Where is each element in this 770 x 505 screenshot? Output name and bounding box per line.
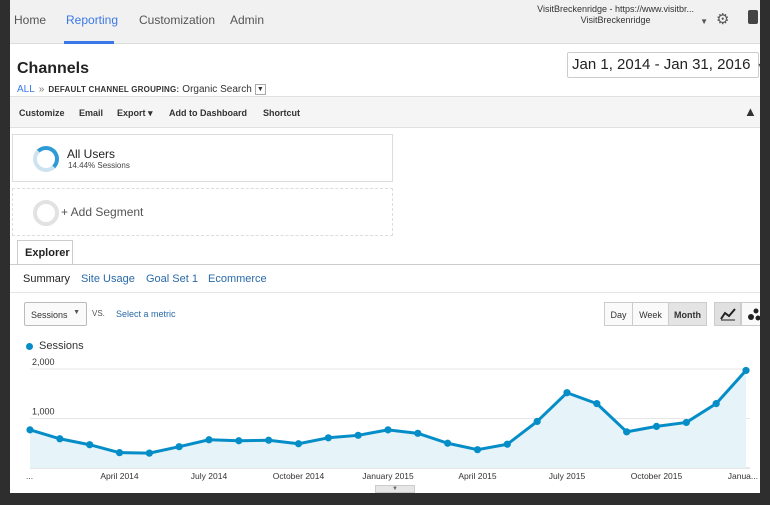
gear-icon[interactable]: ⚙ [716,10,729,28]
data-point [86,441,94,449]
page-title: Channels [17,60,90,77]
data-point [682,418,690,427]
data-point [384,426,392,434]
divider [10,264,760,265]
data-point [354,431,362,439]
notification-icon[interactable] [748,10,758,24]
data-point [145,449,153,457]
nav-tab-home[interactable]: Home [14,13,46,27]
x-tick-label: Janua... [728,471,758,481]
subtab-goal-set-1[interactable]: Goal Set 1 [146,273,198,285]
granularity-month-button[interactable]: Month [668,302,707,326]
data-point [414,429,422,437]
data-point [742,366,750,375]
data-point [26,426,34,434]
x-tick-label: January 2015 [362,471,414,481]
chevron-down-icon: ▼ [756,61,760,71]
empty-segment-ring-icon [33,200,59,226]
data-point [294,440,303,448]
chart-resize-handle[interactable]: ▼ [375,485,415,493]
active-tab-indicator [64,41,114,44]
shortcut-button[interactable]: Shortcut [263,108,300,118]
data-point [235,437,243,445]
subtab-ecommerce[interactable]: Ecommerce [208,273,267,285]
analytics-window: Home Reporting Customization Admin Visit… [10,0,760,505]
data-point [652,422,661,430]
segment-all-users[interactable]: All Users 14.44% Sessions [12,134,393,182]
motion-chart-button[interactable] [741,302,760,326]
x-tick-label: ... [26,471,33,481]
data-point [115,449,124,457]
x-tick-label: July 2015 [549,471,586,481]
nav-tab-customization[interactable]: Customization [139,13,215,27]
nav-tab-reporting[interactable]: Reporting [66,13,118,27]
nav-tab-admin[interactable]: Admin [230,13,264,27]
account-property-url: VisitBreckenridge - https://www.visitbr.… [537,4,694,14]
bottom-border [0,493,770,505]
data-point [265,436,273,444]
email-button[interactable]: Email [79,108,103,118]
metric-select[interactable]: Sessions ▼ [24,302,87,326]
date-range-picker[interactable]: Jan 1, 2014 - Jan 31, 2016 ▼ [567,52,760,78]
subtab-site-usage[interactable]: Site Usage [81,273,135,285]
add-segment-label: + Add Segment [61,205,144,219]
data-point [623,428,631,436]
customize-button[interactable]: Customize [19,108,65,118]
data-point [712,400,720,408]
granularity-day-button[interactable]: Day [604,302,633,326]
line-chart-button[interactable] [714,302,741,326]
line-chart-icon [719,308,736,321]
x-tick-label: October 2015 [631,471,683,481]
data-point [175,443,183,451]
motion-chart-icon [747,308,760,321]
segment-share: 14.44% Sessions [68,161,130,170]
tab-explorer[interactable]: Explorer [17,240,73,264]
y-tick-label: 2,000 [32,357,55,367]
account-selector[interactable]: VisitBreckenridge - https://www.visitbr.… [537,4,708,26]
export-button[interactable]: Export ▾ [117,108,153,119]
date-range-text: Jan 1, 2014 - Jan 31, 2016 [572,56,751,73]
graduation-cap-icon[interactable]: ▲ [744,104,757,119]
y-tick-label: 1,000 [32,406,55,416]
data-point [324,434,332,442]
segment-name: All Users [67,147,116,161]
data-point [473,446,482,454]
add-to-dashboard-button[interactable]: Add to Dashboard [169,108,247,118]
breadcrumb-all-link[interactable]: ALL [17,84,35,95]
subtab-summary[interactable]: Summary [23,273,70,285]
left-border [0,0,10,505]
chevron-down-icon: ▼ [73,309,80,316]
data-point [444,439,452,447]
breadcrumb-separator: » [38,84,45,96]
account-dropdown-icon: ▼ [700,17,708,26]
data-point [56,435,64,443]
grouping-key: DEFAULT CHANNEL GROUPING: [48,85,180,95]
data-point [593,400,601,408]
metric-select-value: Sessions [31,310,68,320]
x-tick-label: April 2015 [458,471,497,481]
top-navigation: Home Reporting Customization Admin Visit… [10,0,760,44]
vs-label: VS. [92,309,105,318]
add-segment-slot[interactable]: + Add Segment [12,188,393,236]
data-point [503,440,511,448]
breadcrumb: ALL» DEFAULT CHANNEL GROUPING: Organic Sea… [17,84,266,95]
data-point [563,389,571,397]
grouping-value: Organic Search [182,84,252,96]
legend-marker [26,343,33,350]
segment-ring-icon [33,146,59,172]
account-view-name: VisitBreckenridge [580,15,651,25]
sessions-chart: 2,000 1,000... April 2014 July 2014 October … [26,357,758,481]
report-action-bar: Customize Email Export ▾ Add to Dashboar… [10,96,760,128]
data-point [533,417,541,426]
grouping-dropdown-icon[interactable]: ▼ [254,84,266,95]
x-tick-label: July 2014 [191,471,228,481]
select-metric-link[interactable]: Select a metric [116,309,176,319]
granularity-week-button[interactable]: Week [632,302,669,326]
divider [10,292,760,293]
x-tick-label: October 2014 [273,471,325,481]
right-border [760,0,770,505]
data-point [205,436,213,444]
x-tick-label: April 2014 [100,471,139,481]
